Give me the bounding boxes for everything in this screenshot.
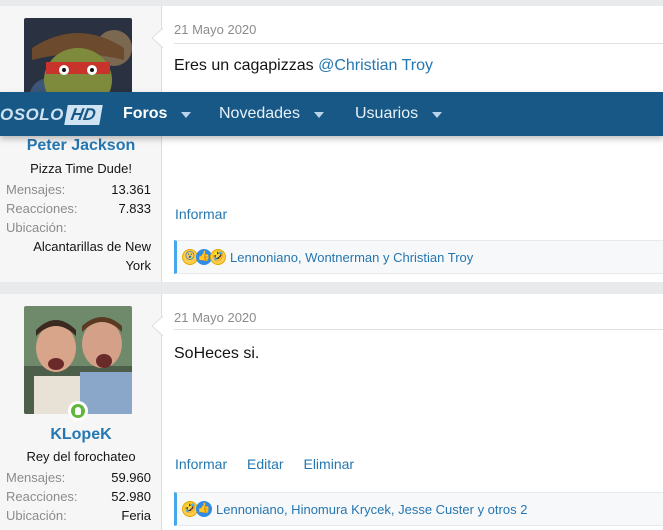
tab-label: Novedades [219,105,300,122]
chevron-down-icon[interactable] [313,112,324,118]
user-title: Pizza Time Dude! [30,161,132,176]
post-1: Peter Jackson Pizza Time Dude! Mensajes:… [0,6,663,282]
user-title: Rey del forochateo [26,449,136,464]
message-arrow [152,28,164,48]
avatar[interactable] [24,306,132,414]
tab-foros[interactable]: Foros [123,92,192,136]
chevron-down-icon[interactable] [432,112,443,118]
logo-hd: HD [64,104,103,125]
like-icon: 👍 [196,501,212,517]
site-logo[interactable]: OSOLO HD [0,102,103,127]
reactions-bar[interactable]: 😮 👍 🤣 Lennoniano, Wontnerman y Christian… [174,240,663,274]
username[interactable]: Peter Jackson [0,137,162,155]
stat-label: Mensajes: [6,182,66,197]
post-content: 21 Mayo 2020 Eres un cagapizzas @Christi… [174,6,663,282]
reaction-icons: 🤣 👍 [182,501,212,517]
tab-usuarios[interactable]: Usuarios [355,92,443,136]
reactions-users[interactable]: Lennoniano, Hinomura Krycek, Jesse Custe… [216,502,527,517]
reaction-icons: 😮 👍 🤣 [182,249,226,265]
location-value[interactable]: Alcantarillas de New York [6,237,151,275]
post-message: SoHeces si. [174,345,260,362]
tab-label: Usuarios [355,105,419,122]
post-actions: Informar [175,206,243,222]
stat-value[interactable]: 52.980 [111,487,151,506]
message-text: Eres un cagapizzas [174,57,319,74]
stat-value[interactable]: 59.960 [111,468,151,487]
stat-reactions: Reacciones: 7.833 [6,199,151,218]
post-date[interactable]: 21 Mayo 2020 [174,22,256,37]
post-actions: Informar Editar Eliminar [175,456,370,472]
laugh-icon: 🤣 [210,249,226,265]
user-pane: Peter Jackson Pizza Time Dude! Mensajes:… [0,6,162,282]
reactions-users[interactable]: Lennoniano, Wontnerman y Christian Troy [230,250,473,265]
post-2: KLopeK Rey del forochateo Mensajes: 59.9… [0,294,663,530]
stat-value[interactable]: 13.361 [111,180,151,199]
user-stats: Mensajes: 59.960 Reacciones: 52.980 Ubic… [6,468,151,525]
post-date[interactable]: 21 Mayo 2020 [174,310,256,325]
avatar-image [24,306,132,414]
reactions-bar[interactable]: 🤣 👍 Lennoniano, Hinomura Krycek, Jesse C… [174,492,663,526]
user-status-icon [71,404,85,418]
stat-label: Ubicación: [6,220,67,235]
user-stats: Mensajes: 13.361 Reacciones: 7.833 Ubica… [6,180,151,275]
stat-label: Ubicación: [6,508,67,523]
stat-label: Mensajes: [6,470,66,485]
report-link[interactable]: Informar [175,456,227,472]
stat-label: Reacciones: [6,201,78,216]
tab-label: Foros [123,105,168,122]
stat-reactions: Reacciones: 52.980 [6,487,151,506]
logo-text: OSOLO [0,104,64,124]
report-link[interactable]: Informar [175,206,227,222]
date-divider [174,43,663,44]
tab-novedades[interactable]: Novedades [219,92,324,136]
stat-messages: Mensajes: 13.361 [6,180,151,199]
delete-link[interactable]: Eliminar [303,456,354,472]
username[interactable]: KLopeK [0,426,162,444]
stat-location: Ubicación: [6,218,151,237]
post-message: Eres un cagapizzas @Christian Troy [174,57,433,75]
stat-location: Ubicación: Feria [6,506,151,525]
edit-link[interactable]: Editar [247,456,284,472]
stat-value[interactable]: 7.833 [118,199,151,218]
message-arrow [152,316,164,336]
stat-value[interactable]: Feria [121,506,151,525]
chevron-down-icon[interactable] [181,112,192,118]
mention-link[interactable]: @Christian Troy [318,57,433,74]
navbar: OSOLO HD Foros Novedades Usuarios [0,92,663,136]
stat-messages: Mensajes: 59.960 [6,468,151,487]
date-divider [174,329,663,330]
stat-label: Reacciones: [6,489,78,504]
post-content: 21 Mayo 2020 SoHeces si. Informar Editar… [174,294,663,530]
online-indicator [68,401,88,421]
user-pane: KLopeK Rey del forochateo Mensajes: 59.9… [0,294,162,530]
